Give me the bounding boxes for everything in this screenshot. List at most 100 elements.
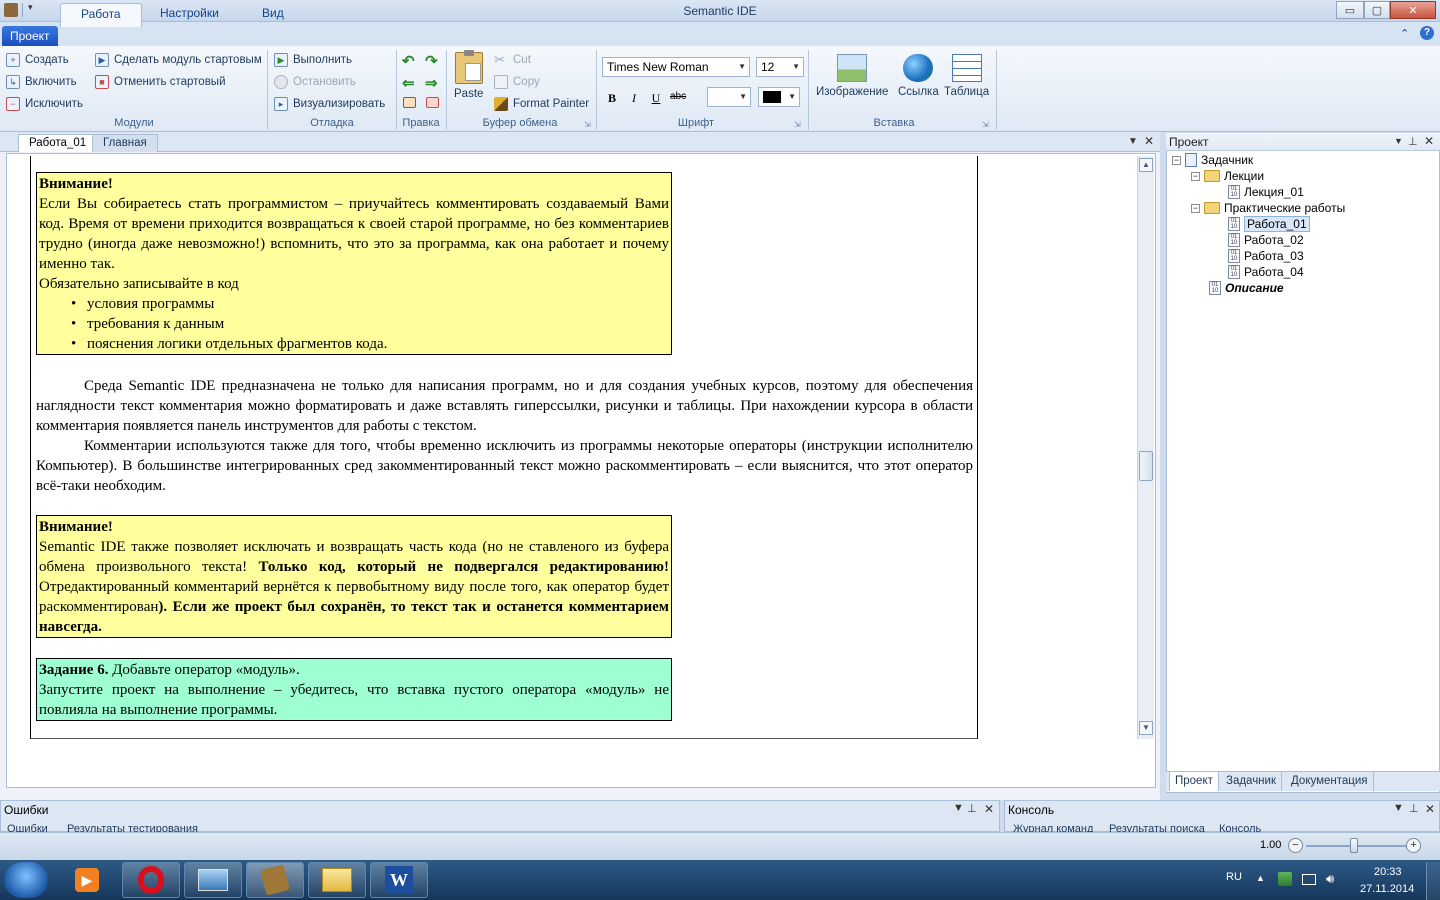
comment-icon[interactable] xyxy=(403,97,416,108)
tab-project-tree[interactable]: Проект xyxy=(1169,772,1219,791)
start-button[interactable] xyxy=(4,862,48,898)
panel-dropdown-icon[interactable]: ▼ xyxy=(1394,136,1403,146)
panel-close-icon[interactable]: ✕ xyxy=(984,802,994,816)
cancel-start-icon: ■ xyxy=(95,75,109,89)
bold-button[interactable]: B xyxy=(603,91,621,106)
tab-project[interactable]: Проект xyxy=(2,26,58,46)
format-painter-button[interactable]: Format Painter xyxy=(494,94,589,114)
paragraph-2: Комментарии используются также для того,… xyxy=(36,438,973,494)
brush-icon xyxy=(494,97,508,111)
tree-node-work03[interactable]: 01 10 Работа_03 xyxy=(1228,248,1304,264)
language-indicator[interactable]: RU xyxy=(1226,871,1242,883)
network-icon[interactable] xyxy=(1302,874,1316,885)
minimize-button[interactable]: ▭ xyxy=(1336,1,1364,19)
copy-button[interactable]: Copy xyxy=(494,72,589,92)
zoom-slider-thumb[interactable] xyxy=(1350,838,1358,853)
arrow-left-icon[interactable]: ⇐ xyxy=(402,74,415,92)
clock-date[interactable]: 27.11.2014 xyxy=(1360,883,1414,895)
clipboard-launcher-icon[interactable]: ⇲ xyxy=(584,120,591,129)
pin-icon[interactable]: ⊥ xyxy=(1409,802,1419,815)
include-button[interactable]: ↳ Включить xyxy=(6,72,83,92)
zoom-out-icon[interactable]: − xyxy=(1288,838,1303,853)
maximize-button[interactable]: ▢ xyxy=(1364,1,1390,19)
paste-button[interactable]: Paste xyxy=(454,50,483,100)
tree-node-work04[interactable]: 01 10 Работа_04 xyxy=(1228,264,1304,280)
scroll-up-icon[interactable]: ▲ xyxy=(1139,158,1153,172)
tab-documentation[interactable]: Документация xyxy=(1286,772,1374,791)
pin-icon[interactable]: ⊥ xyxy=(967,802,977,815)
arrow-right-icon[interactable]: ⇒ xyxy=(425,74,438,92)
tree-node-label: Работа_02 xyxy=(1244,233,1304,247)
run-button[interactable]: ▶ Выполнить xyxy=(274,50,385,70)
taskbar-semantic-ide[interactable] xyxy=(246,862,304,898)
cut-label: Cut xyxy=(513,54,531,66)
font-family-select[interactable]: Times New Roman ▼ xyxy=(602,57,750,77)
taskbar-word[interactable]: W xyxy=(370,862,428,898)
scroll-down-icon[interactable]: ▼ xyxy=(1139,721,1153,735)
tray-app-icon[interactable] xyxy=(1278,872,1292,886)
cut-button[interactable]: ✂ Cut xyxy=(494,50,589,70)
tree-node-lecture01[interactable]: 01 10 Лекция_01 xyxy=(1228,184,1304,200)
taskbar-explorer[interactable] xyxy=(308,862,366,898)
panel-close-icon[interactable]: ✕ xyxy=(1425,802,1435,816)
tab-settings[interactable]: Настройки xyxy=(146,3,233,24)
collapse-icon[interactable]: − xyxy=(1191,203,1200,213)
uncomment-icon[interactable] xyxy=(426,97,439,108)
panel-dropdown-icon[interactable]: ▼ xyxy=(1393,802,1404,814)
tree-node-work01[interactable]: 01 10 Работа_01 xyxy=(1228,216,1310,232)
make-start-button[interactable]: ▶ Сделать модуль стартовым xyxy=(95,50,262,70)
tree-node-lectures[interactable]: − Лекции xyxy=(1191,168,1264,184)
font-size-select[interactable]: 12 ▼ xyxy=(756,57,804,77)
clock-time[interactable]: 20:33 xyxy=(1374,866,1402,878)
insert-link-button[interactable]: Ссылка xyxy=(898,54,939,98)
font-launcher-icon[interactable]: ⇲ xyxy=(794,120,801,129)
doc-tab-work01[interactable]: Работа_01 xyxy=(18,134,98,152)
visualize-button[interactable]: ▸ Визуализировать xyxy=(274,94,385,114)
tab-work[interactable]: Работа xyxy=(60,3,142,27)
undo-icon[interactable]: ↶ xyxy=(402,52,415,70)
panel-close-icon[interactable]: ✕ xyxy=(1424,134,1434,148)
doc-tab-main[interactable]: Главная xyxy=(92,134,158,152)
doc-tabs-dropdown-icon[interactable]: ▼ xyxy=(1128,136,1138,147)
strikethrough-button[interactable]: abc xyxy=(670,91,686,102)
note-heading: Внимание! xyxy=(39,176,113,192)
editor-scrollbar[interactable]: ▲ ▼ xyxy=(1137,156,1154,739)
highlight-color-select[interactable]: ▼ xyxy=(707,87,751,107)
panel-dropdown-icon[interactable]: ▼ xyxy=(953,802,964,814)
tree-node-root[interactable]: − Задачник xyxy=(1172,152,1253,168)
volume-icon[interactable]: 🔊︎ xyxy=(1326,871,1334,887)
tray-expand-icon[interactable]: ▲ xyxy=(1256,873,1265,883)
ribbon-minimize-icon[interactable]: ⌃ xyxy=(1400,27,1409,40)
exclude-button[interactable]: − Исключить xyxy=(6,94,83,114)
collapse-icon[interactable]: − xyxy=(1172,155,1181,165)
help-icon[interactable]: ? xyxy=(1420,26,1434,40)
zoom-in-icon[interactable]: + xyxy=(1406,838,1421,853)
tree-node-description[interactable]: 01 10 Описание xyxy=(1209,280,1284,296)
note-text: Если Вы собираетесь стать программистом … xyxy=(39,196,669,272)
font-color-select[interactable]: ▼ xyxy=(758,87,800,107)
font-group-title: Шрифт xyxy=(677,117,715,129)
doc-close-icon[interactable]: ✕ xyxy=(1144,134,1154,148)
insert-table-button[interactable]: Таблица xyxy=(944,54,989,98)
collapse-icon[interactable]: − xyxy=(1191,171,1200,181)
underline-button[interactable]: U xyxy=(647,91,665,106)
tree-node-work02[interactable]: 01 10 Работа_02 xyxy=(1228,232,1304,248)
taskbar-photo-viewer[interactable] xyxy=(184,862,242,898)
tab-view[interactable]: Вид xyxy=(248,3,298,24)
scroll-thumb[interactable] xyxy=(1139,451,1153,481)
insert-launcher-icon[interactable]: ⇲ xyxy=(982,120,989,129)
editor-text-area[interactable]: Внимание! Если Вы собираетесь стать прог… xyxy=(30,156,978,739)
tab-task-book[interactable]: Задачник xyxy=(1221,772,1282,791)
cancel-start-button[interactable]: ■ Отменить стартовый xyxy=(95,72,262,92)
stop-button[interactable]: Остановить xyxy=(274,72,385,92)
taskbar-opera[interactable] xyxy=(122,862,180,898)
italic-button[interactable]: I xyxy=(625,91,643,106)
taskbar-media-player[interactable]: ▶ xyxy=(58,862,116,898)
show-desktop-button[interactable] xyxy=(1426,862,1440,900)
close-button[interactable]: ✕ xyxy=(1390,1,1436,19)
pin-icon[interactable]: ⊥ xyxy=(1408,135,1418,148)
tree-node-practicals[interactable]: − Практические работы xyxy=(1191,200,1345,216)
redo-icon[interactable]: ↷ xyxy=(425,52,438,70)
create-button[interactable]: + Создать xyxy=(6,50,83,70)
insert-image-button[interactable]: Изображение xyxy=(816,54,888,98)
